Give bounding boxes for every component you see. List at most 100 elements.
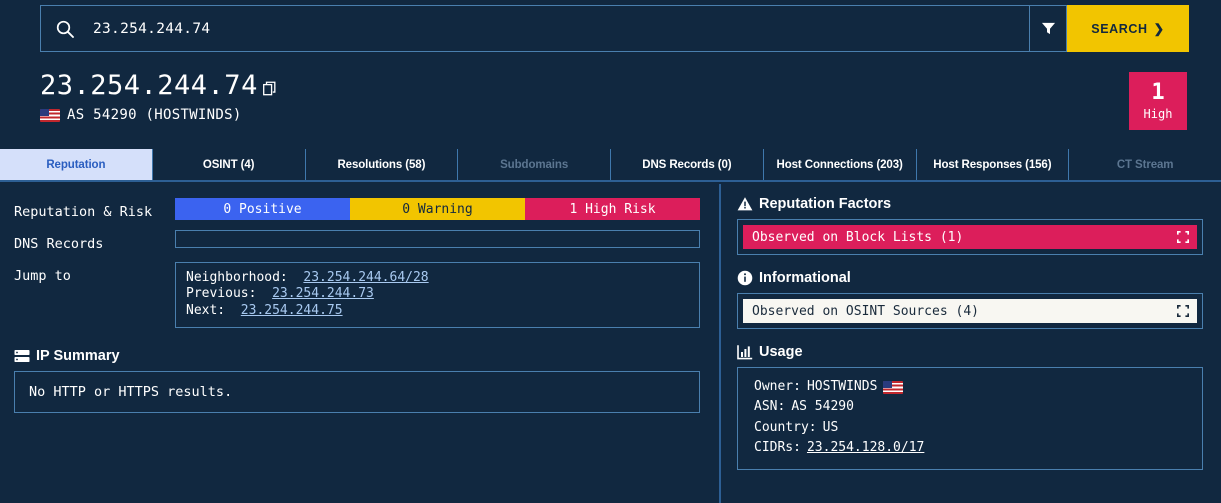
- reputation-factors-box: Observed on Block Lists (1): [737, 219, 1203, 255]
- tab-host-connections[interactable]: Host Connections (203): [763, 149, 917, 180]
- left-panel: Reputation & Risk 0 Positive 0 Warning 1…: [0, 184, 718, 503]
- tab-ct-stream: CT Stream: [1069, 149, 1221, 180]
- reputation-factors-title: Reputation Factors: [759, 196, 892, 212]
- search-bar: 23.254.244.74 SEARCH ❯: [40, 5, 1189, 52]
- filter-button[interactable]: [1030, 5, 1067, 52]
- copy-icon[interactable]: [262, 81, 277, 97]
- tab-label: OSINT (4): [202, 158, 255, 171]
- segment-high-risk[interactable]: 1 High Risk: [525, 198, 700, 220]
- reputation-factors-heading: Reputation Factors: [737, 196, 1203, 212]
- asn-label: AS 54290 (HOSTWINDS): [67, 107, 242, 124]
- warning-triangle-icon: [737, 197, 753, 211]
- dns-records-label: DNS Records: [14, 236, 104, 252]
- usage-asn-row: ASN: AS 54290: [754, 397, 1202, 417]
- jump-previous-row: Previous: 23.254.244.73: [186, 286, 699, 302]
- search-input[interactable]: 23.254.244.74: [40, 5, 1030, 52]
- informational-title: Informational: [759, 270, 851, 286]
- page-title: 23.254.244.74: [40, 70, 258, 101]
- usage-heading: Usage: [737, 344, 1203, 360]
- filter-funnel-icon: [1041, 22, 1055, 35]
- usage-country-row: Country: US: [754, 418, 1202, 438]
- tab-subdomains: Subdomains: [458, 149, 611, 180]
- tab-dns-records[interactable]: DNS Records (0): [611, 149, 764, 180]
- reputation-risk-row: Reputation & Risk 0 Positive 0 Warning 1…: [0, 198, 718, 220]
- tab-label: Subdomains: [500, 158, 569, 171]
- search-button-label: SEARCH: [1091, 21, 1148, 36]
- ip-summary-section: IP Summary No HTTP or HTTPS results.: [0, 348, 718, 413]
- factor-block-lists[interactable]: Observed on Block Lists (1): [743, 225, 1197, 249]
- asn-row: AS 54290 (HOSTWINDS): [40, 107, 277, 123]
- tab-label: Resolutions (58): [337, 158, 426, 171]
- jump-to-label: Jump to: [14, 268, 71, 284]
- jump-to-box-wrap: Neighborhood: 23.254.244.64/28 Previous:…: [175, 262, 718, 328]
- ip-summary-title: IP Summary: [36, 347, 120, 364]
- search-icon: [56, 20, 74, 38]
- usage-cidr-link[interactable]: 23.254.128.0/17: [807, 438, 924, 458]
- factor-osint-sources-label: Observed on OSINT Sources (4): [752, 303, 979, 319]
- usage-owner-value: HOSTWINDS: [806, 379, 878, 394]
- jump-to-box: Neighborhood: 23.254.244.64/28 Previous:…: [175, 262, 700, 328]
- informational-section: Informational Observed on OSINT Sources …: [721, 270, 1221, 329]
- jump-neighborhood-link[interactable]: 23.254.244.64/28: [303, 270, 428, 285]
- factor-block-lists-label: Observed on Block Lists (1): [752, 229, 964, 245]
- risk-count: 1: [1151, 79, 1165, 105]
- reputation-risk-label: Reputation & Risk: [14, 204, 153, 220]
- status-badge: 1 High: [1129, 72, 1187, 130]
- usage-owner-label: Owner:: [754, 379, 801, 394]
- dns-records-box: [175, 230, 700, 248]
- jump-next-label: Next:: [186, 302, 226, 318]
- jump-neighborhood-label: Neighborhood:: [186, 270, 288, 285]
- tab-label: CT Stream: [1116, 158, 1174, 171]
- search-button[interactable]: SEARCH ❯: [1067, 5, 1189, 52]
- ip-title-row: 23.254.244.74: [40, 70, 277, 101]
- tab-label: Host Connections (203): [776, 158, 903, 171]
- usage-title: Usage: [759, 344, 803, 360]
- informational-box: Observed on OSINT Sources (4): [737, 293, 1203, 329]
- informational-heading: Informational: [737, 270, 1203, 286]
- reputation-factors-section: Reputation Factors Observed on Block Lis…: [721, 196, 1221, 255]
- tab-reputation[interactable]: Reputation: [0, 149, 153, 180]
- tab-osint[interactable]: OSINT (4): [152, 149, 306, 180]
- tab-host-responses[interactable]: Host Responses (156): [916, 149, 1070, 180]
- factor-osint-sources[interactable]: Observed on OSINT Sources (4): [743, 299, 1197, 323]
- usage-asn-label: ASN:: [754, 399, 786, 415]
- usage-section: Usage Owner: HOSTWINDS ASN: AS 54290 Cou…: [721, 344, 1221, 471]
- ip-summary-heading: IP Summary: [0, 348, 718, 364]
- usage-box: Owner: HOSTWINDS ASN: AS 54290 Country: …: [737, 367, 1203, 471]
- us-flag-icon: [883, 380, 904, 394]
- tab-bar: Reputation OSINT (4) Resolutions (58) Su…: [0, 149, 1221, 182]
- expand-icon[interactable]: [1177, 305, 1189, 317]
- dns-records-box-wrap: [175, 230, 718, 248]
- main-content: Reputation & Risk 0 Positive 0 Warning 1…: [0, 184, 1221, 503]
- jump-next-row: Next: 23.254.244.75: [186, 303, 699, 319]
- right-panel: Reputation Factors Observed on Block Lis…: [719, 184, 1221, 503]
- jump-previous-label: Previous:: [186, 286, 257, 302]
- reputation-risk-bar-wrap: 0 Positive 0 Warning 1 High Risk: [175, 198, 718, 220]
- usage-owner-row: Owner: HOSTWINDS: [754, 377, 1202, 397]
- jump-next-link[interactable]: 23.254.244.75: [241, 303, 343, 318]
- tab-label: DNS Records (0): [642, 158, 732, 171]
- usage-cidr-label: CIDRs:: [754, 439, 801, 455]
- us-flag-icon: [40, 108, 60, 122]
- usage-country-label: Country:: [754, 419, 817, 435]
- search-input-value: 23.254.244.74: [93, 20, 211, 37]
- risk-level: High: [1143, 106, 1173, 121]
- segment-warning[interactable]: 0 Warning: [350, 198, 525, 220]
- reputation-risk-bar: 0 Positive 0 Warning 1 High Risk: [175, 198, 700, 220]
- usage-cidr-row: CIDRs: 23.254.128.0/17: [754, 438, 1202, 458]
- tab-resolutions[interactable]: Resolutions (58): [305, 149, 459, 180]
- chevron-right-icon: ❯: [1153, 22, 1165, 36]
- jump-neighborhood-row: Neighborhood: 23.254.244.64/28: [186, 270, 699, 286]
- ip-summary-body: No HTTP or HTTPS results.: [14, 370, 700, 413]
- ip-header: 23.254.244.74 AS 54290 (HOSTWINDS): [40, 70, 277, 123]
- usage-country-value: US: [822, 419, 839, 435]
- dns-records-row: DNS Records: [0, 230, 718, 252]
- usage-asn-value: AS 54290: [791, 399, 854, 415]
- info-circle-icon: [737, 270, 753, 286]
- tab-label: Reputation: [46, 158, 106, 171]
- jump-to-row: Jump to Neighborhood: 23.254.244.64/28 P…: [0, 262, 718, 328]
- segment-positive[interactable]: 0 Positive: [175, 198, 350, 220]
- expand-icon[interactable]: [1177, 231, 1189, 243]
- bar-chart-icon: [737, 345, 753, 360]
- jump-previous-link[interactable]: 23.254.244.73: [272, 286, 374, 301]
